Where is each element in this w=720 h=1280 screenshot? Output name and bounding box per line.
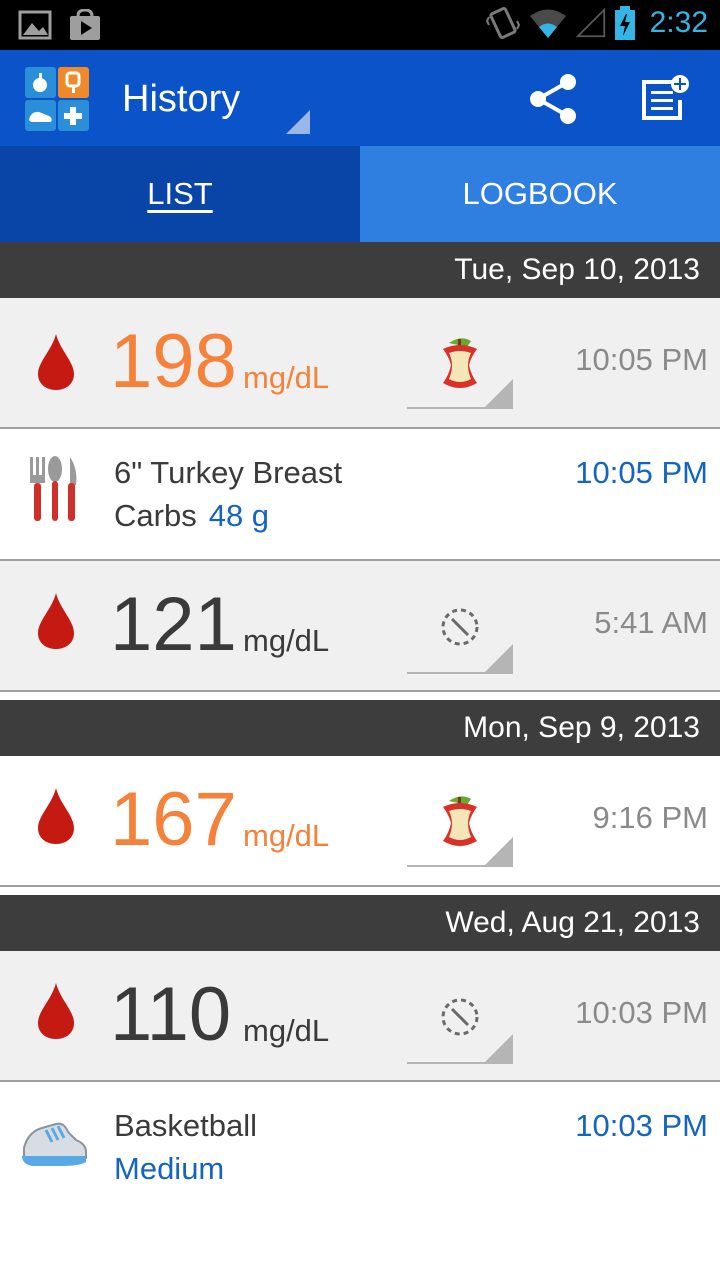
spinner-indicator xyxy=(485,837,513,865)
apple-core-icon xyxy=(443,338,477,388)
carbs-value: 48 g xyxy=(208,498,270,533)
apple-core-icon xyxy=(443,796,477,846)
entry-time: 10:05 PM xyxy=(575,455,708,490)
glucose-value: 198 xyxy=(110,319,237,404)
entry-time: 10:03 PM xyxy=(575,1108,708,1143)
date-header: Mon, Sep 9, 2013 xyxy=(0,700,720,756)
spinner-indicator xyxy=(485,379,513,407)
date-header: Wed, Aug 21, 2013 xyxy=(0,895,720,951)
action-bar: History xyxy=(0,50,720,146)
blood-drop-icon xyxy=(38,983,74,1039)
tab-logbook[interactable]: LOGBOOK xyxy=(360,146,720,242)
tab-list-label: LIST xyxy=(147,176,213,211)
activity-intensity: Medium xyxy=(114,1151,225,1186)
gallery-icon xyxy=(18,10,52,40)
entry-time: 10:05 PM xyxy=(575,342,708,377)
food-entry[interactable]: 6" Turkey Breast Carbs 48 g 10:05 PM xyxy=(0,429,720,561)
status-bar: 2:32 xyxy=(0,0,720,50)
activity-entry[interactable]: Basketball Medium 10:03 PM xyxy=(0,1082,720,1213)
tab-logbook-label: LOGBOOK xyxy=(462,176,618,211)
glucose-unit: mg/dL xyxy=(243,1013,330,1048)
battery-charging-icon xyxy=(614,6,635,40)
glucose-entry[interactable]: 198 mg/dL 10:05 PM xyxy=(0,298,720,429)
food-name: 6" Turkey Breast xyxy=(114,455,343,490)
carbs-label: Carbs xyxy=(114,498,197,533)
status-clock: 2:32 xyxy=(649,6,708,39)
sneaker-icon xyxy=(22,1122,87,1166)
wifi-icon xyxy=(529,9,566,38)
date-header: Tue, Sep 10, 2013 xyxy=(0,242,720,298)
play-store-icon xyxy=(70,9,100,40)
carbs-line: Carbs 48 g xyxy=(114,498,269,534)
spinner-indicator xyxy=(485,644,513,672)
tab-bar: LIST LOGBOOK xyxy=(0,146,720,242)
entry-time: 10:03 PM xyxy=(575,995,708,1030)
entry-time: 5:41 AM xyxy=(594,605,708,640)
glucose-unit: mg/dL xyxy=(243,623,330,658)
meal-tag-spinner[interactable] xyxy=(407,986,513,1064)
glucose-value: 110 xyxy=(110,972,232,1057)
share-icon[interactable] xyxy=(526,72,580,126)
glucose-entry[interactable]: 110 mg/dL 10:03 PM xyxy=(0,951,720,1082)
vibrate-icon xyxy=(485,7,520,39)
add-note-icon[interactable] xyxy=(638,72,690,126)
no-tag-icon xyxy=(441,998,479,1036)
glucose-entry[interactable]: 121 mg/dL 5:41 AM xyxy=(0,561,720,692)
meal-tag-spinner[interactable] xyxy=(407,596,513,674)
entry-time: 9:16 PM xyxy=(592,800,708,835)
meal-tag-spinner[interactable] xyxy=(407,789,513,867)
activity-name: Basketball xyxy=(114,1108,258,1143)
fork-spoon-knife-icon xyxy=(30,456,77,521)
blood-drop-icon xyxy=(38,788,74,844)
no-tag-icon xyxy=(441,608,479,646)
app-logo-icon[interactable] xyxy=(25,67,89,131)
glucose-value: 167 xyxy=(110,777,237,862)
meal-tag-spinner[interactable] xyxy=(407,331,513,409)
signal-icon xyxy=(575,7,605,38)
blood-drop-icon xyxy=(38,593,74,649)
glucose-value: 121 xyxy=(110,582,237,667)
tab-list[interactable]: LIST xyxy=(0,146,360,242)
glucose-entry[interactable]: 167 mg/dL 9:16 PM xyxy=(0,756,720,887)
page-title[interactable]: History xyxy=(122,78,240,121)
glucose-unit: mg/dL xyxy=(243,360,330,395)
glucose-unit: mg/dL xyxy=(243,818,330,853)
title-dropdown-indicator xyxy=(286,110,310,134)
blood-drop-icon xyxy=(38,334,74,390)
spinner-indicator xyxy=(485,1034,513,1062)
